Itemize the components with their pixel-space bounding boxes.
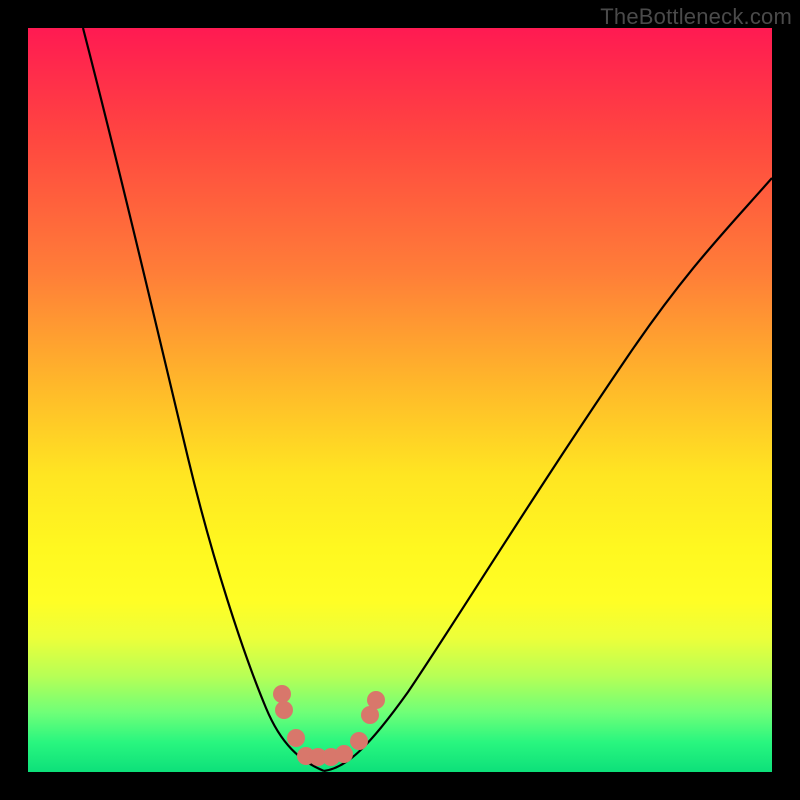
valley-dot	[275, 701, 293, 719]
valley-dots-group	[273, 685, 385, 766]
chart-frame: TheBottleneck.com	[0, 0, 800, 800]
valley-dot	[367, 691, 385, 709]
valley-dot	[335, 745, 353, 763]
curve-right	[324, 178, 772, 771]
valley-dot	[273, 685, 291, 703]
plot-area	[28, 28, 772, 772]
valley-dot	[287, 729, 305, 747]
curve-left	[83, 28, 324, 771]
watermark-text: TheBottleneck.com	[600, 4, 792, 30]
valley-dot	[350, 732, 368, 750]
curve-layer	[28, 28, 772, 772]
